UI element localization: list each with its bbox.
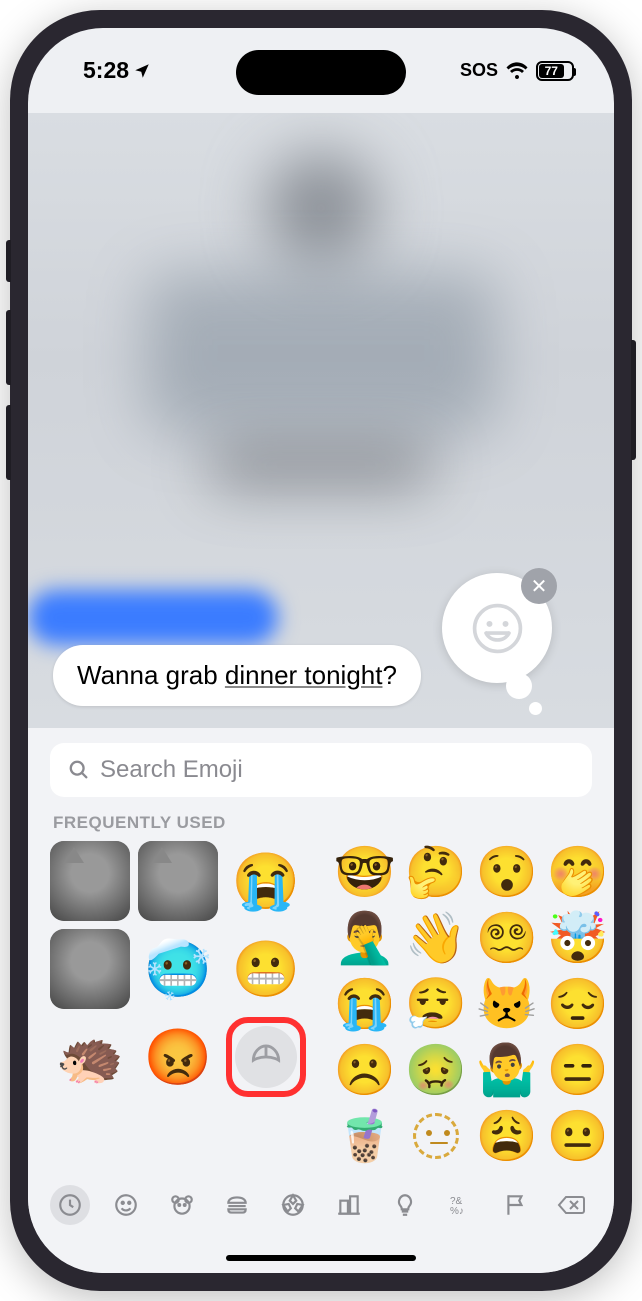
bulb-icon bbox=[392, 1192, 418, 1218]
message-text-pre: Wanna grab bbox=[77, 660, 225, 690]
emoji-category-bar: ?&%♪ bbox=[28, 1167, 614, 1237]
category-recent[interactable] bbox=[50, 1185, 90, 1225]
category-smileys[interactable] bbox=[106, 1185, 146, 1225]
mute-switch bbox=[6, 240, 11, 282]
emoji-cell[interactable]: 😑 bbox=[547, 1039, 609, 1101]
fortune-cookie-icon bbox=[235, 1026, 297, 1088]
fortune-cookie[interactable] bbox=[226, 1017, 306, 1097]
battery-level: 77 bbox=[539, 64, 564, 78]
pouting[interactable]: 😡 bbox=[138, 1017, 218, 1097]
contact-name-blur bbox=[211, 448, 431, 483]
search-placeholder: Search Emoji bbox=[100, 756, 243, 784]
message-bubble[interactable]: Wanna grab dinner tonight? bbox=[53, 645, 421, 706]
message-text-post: ? bbox=[382, 660, 396, 690]
emoji-cell[interactable]: ☹️ bbox=[334, 1039, 396, 1101]
emoji-cell[interactable]: 🤯 bbox=[547, 907, 609, 969]
smiley-outline-icon bbox=[470, 601, 525, 656]
emoji-cell[interactable]: 🤓 bbox=[334, 841, 396, 903]
cat-sticker-2[interactable] bbox=[138, 841, 218, 921]
category-travel[interactable] bbox=[329, 1185, 369, 1225]
iphone-frame: 5:28 SOS 77 bbox=[10, 10, 632, 1291]
conversation-blur: ✕ Wanna grab dinner tonight? bbox=[28, 113, 614, 728]
avatar-blur bbox=[266, 153, 376, 263]
cold-face[interactable]: 🥶 bbox=[138, 929, 218, 1009]
emoji-cell[interactable]: 😔 bbox=[547, 973, 609, 1035]
location-icon bbox=[133, 62, 151, 80]
emoji-cell[interactable] bbox=[405, 1105, 467, 1167]
dotted-neutral-icon bbox=[413, 1113, 459, 1159]
delete-icon bbox=[557, 1192, 587, 1218]
volume-up bbox=[6, 310, 11, 385]
sent-bubble-blur bbox=[28, 590, 278, 645]
grimacing[interactable]: 😬 bbox=[226, 929, 306, 1009]
category-food[interactable] bbox=[217, 1185, 257, 1225]
category-flags[interactable] bbox=[496, 1185, 536, 1225]
search-icon bbox=[68, 759, 90, 781]
screen: 5:28 SOS 77 bbox=[28, 28, 614, 1273]
emoji-cell[interactable]: 😾 bbox=[476, 973, 538, 1035]
status-time: 5:28 bbox=[83, 57, 129, 84]
burger-icon bbox=[224, 1192, 250, 1218]
emoji-cell[interactable]: 😵‍💫 bbox=[476, 907, 538, 969]
emoji-grid: 🤓🤔😯🤭 🤦‍♂️👋😵‍💫🤯 😭😮‍💨😾😔 ☹️🤢🤷‍♂️😑 🧋 😩😐 bbox=[334, 841, 614, 1167]
emoji-search-input[interactable]: Search Emoji bbox=[50, 743, 592, 797]
home-indicator[interactable] bbox=[226, 1255, 416, 1261]
emoji-cell[interactable]: 😮‍💨 bbox=[405, 973, 467, 1035]
flag-icon bbox=[503, 1192, 529, 1218]
frequently-used-label: FREQUENTLY USED bbox=[28, 813, 614, 841]
category-objects[interactable] bbox=[385, 1185, 425, 1225]
emoji-keyboard: Search Emoji FREQUENTLY USED 😭🥶😬🦔😡 🤓🤔😯🤭🤦… bbox=[28, 728, 614, 1273]
building-icon bbox=[336, 1192, 362, 1218]
soccer-icon bbox=[280, 1192, 306, 1218]
contact-card-blur bbox=[146, 273, 496, 433]
category-animals[interactable] bbox=[162, 1185, 202, 1225]
wifi-icon bbox=[505, 61, 529, 81]
emoji-rows: 😭🥶😬🦔😡 🤓🤔😯🤭🤦‍♂️👋😵‍💫🤯😭😮‍💨😾😔☹️🤢🤷‍♂️😑🧋😩😐 bbox=[28, 841, 614, 1167]
message-text-link[interactable]: dinner tonight bbox=[225, 660, 383, 690]
emoji-cell[interactable]: 🤭 bbox=[547, 841, 609, 903]
smiley-icon bbox=[113, 1192, 139, 1218]
category-symbols[interactable]: ?&%♪ bbox=[440, 1185, 480, 1225]
loudly-crying[interactable]: 😭 bbox=[226, 841, 306, 921]
status-bar: 5:28 SOS 77 bbox=[28, 28, 614, 113]
emoji-cell[interactable]: 🤢 bbox=[405, 1039, 467, 1101]
emoji-cell[interactable]: 😭 bbox=[334, 973, 396, 1035]
sos-label: SOS bbox=[460, 60, 498, 81]
volume-down bbox=[6, 405, 11, 480]
symbols-icon: ?&%♪ bbox=[448, 1193, 472, 1217]
emoji-cell[interactable]: 😩 bbox=[476, 1105, 538, 1167]
emoji-cell[interactable]: 👋 bbox=[405, 907, 467, 969]
emoji-cell[interactable]: 🧋 bbox=[334, 1105, 396, 1167]
clock-icon bbox=[57, 1192, 83, 1218]
emoji-cell[interactable]: 😐 bbox=[547, 1105, 609, 1167]
hedgehog[interactable]: 🦔 bbox=[50, 1017, 130, 1097]
tapback-close-button[interactable]: ✕ bbox=[521, 568, 557, 604]
close-icon: ✕ bbox=[531, 574, 548, 599]
sticker-column: 😭🥶😬 🦔😡 bbox=[50, 841, 306, 1167]
cat-sticker-1[interactable] bbox=[50, 841, 130, 921]
emoji-cell[interactable]: 😯 bbox=[476, 841, 538, 903]
cat-sticker-3[interactable] bbox=[50, 929, 130, 1009]
emoji-cell[interactable]: 🤷‍♂️ bbox=[476, 1039, 538, 1101]
category-activity[interactable] bbox=[273, 1185, 313, 1225]
emoji-cell[interactable]: 🤦‍♂️ bbox=[334, 907, 396, 969]
emoji-cell[interactable]: 🤔 bbox=[405, 841, 467, 903]
battery-icon: 77 bbox=[536, 61, 574, 81]
svg-text:%♪: %♪ bbox=[450, 1206, 464, 1217]
bear-icon bbox=[169, 1192, 195, 1218]
tapback-popup[interactable]: ✕ bbox=[442, 573, 552, 683]
power-button bbox=[631, 340, 636, 460]
category-delete[interactable] bbox=[552, 1185, 592, 1225]
